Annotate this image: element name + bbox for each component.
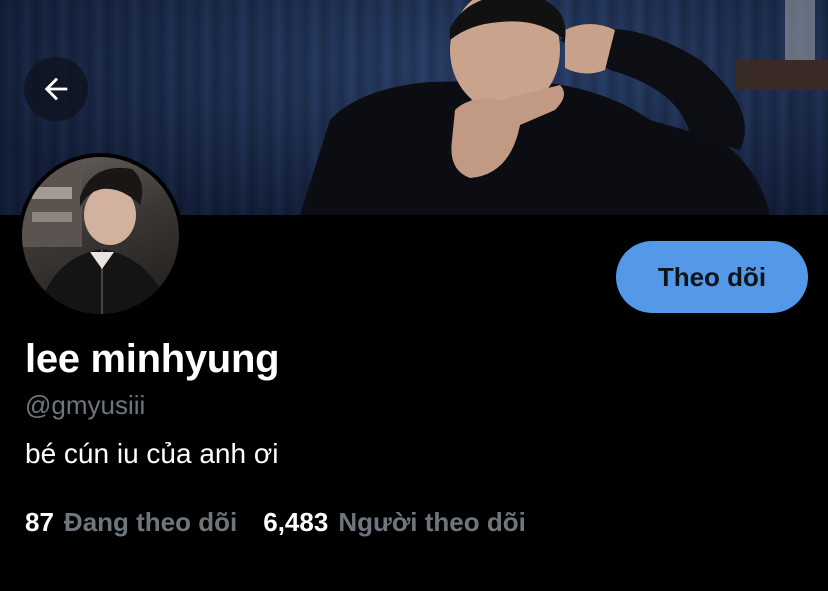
display-name: lee minhyung — [25, 337, 280, 381]
following-label: Đang theo dõi — [63, 507, 238, 537]
followers-label: Người theo dõi — [338, 507, 526, 537]
back-button[interactable] — [24, 57, 88, 121]
arrow-left-icon — [44, 77, 68, 101]
profile-stats: 87 Đang theo dõi 6,483 Người theo dõi — [25, 507, 552, 538]
avatar[interactable] — [18, 153, 183, 318]
user-handle: @gmyusiii — [25, 390, 146, 420]
followers-count: 6,483 — [263, 507, 329, 537]
followers-stat-link[interactable]: 6,483 Người theo dõi — [263, 507, 526, 538]
avatar-photo — [22, 157, 179, 314]
profile-bio: bé cún iu của anh ơi — [25, 438, 279, 469]
follow-button[interactable]: Theo dõi — [616, 241, 808, 313]
following-stat-link[interactable]: 87 Đang theo dõi — [25, 507, 237, 538]
following-count: 87 — [25, 507, 54, 537]
